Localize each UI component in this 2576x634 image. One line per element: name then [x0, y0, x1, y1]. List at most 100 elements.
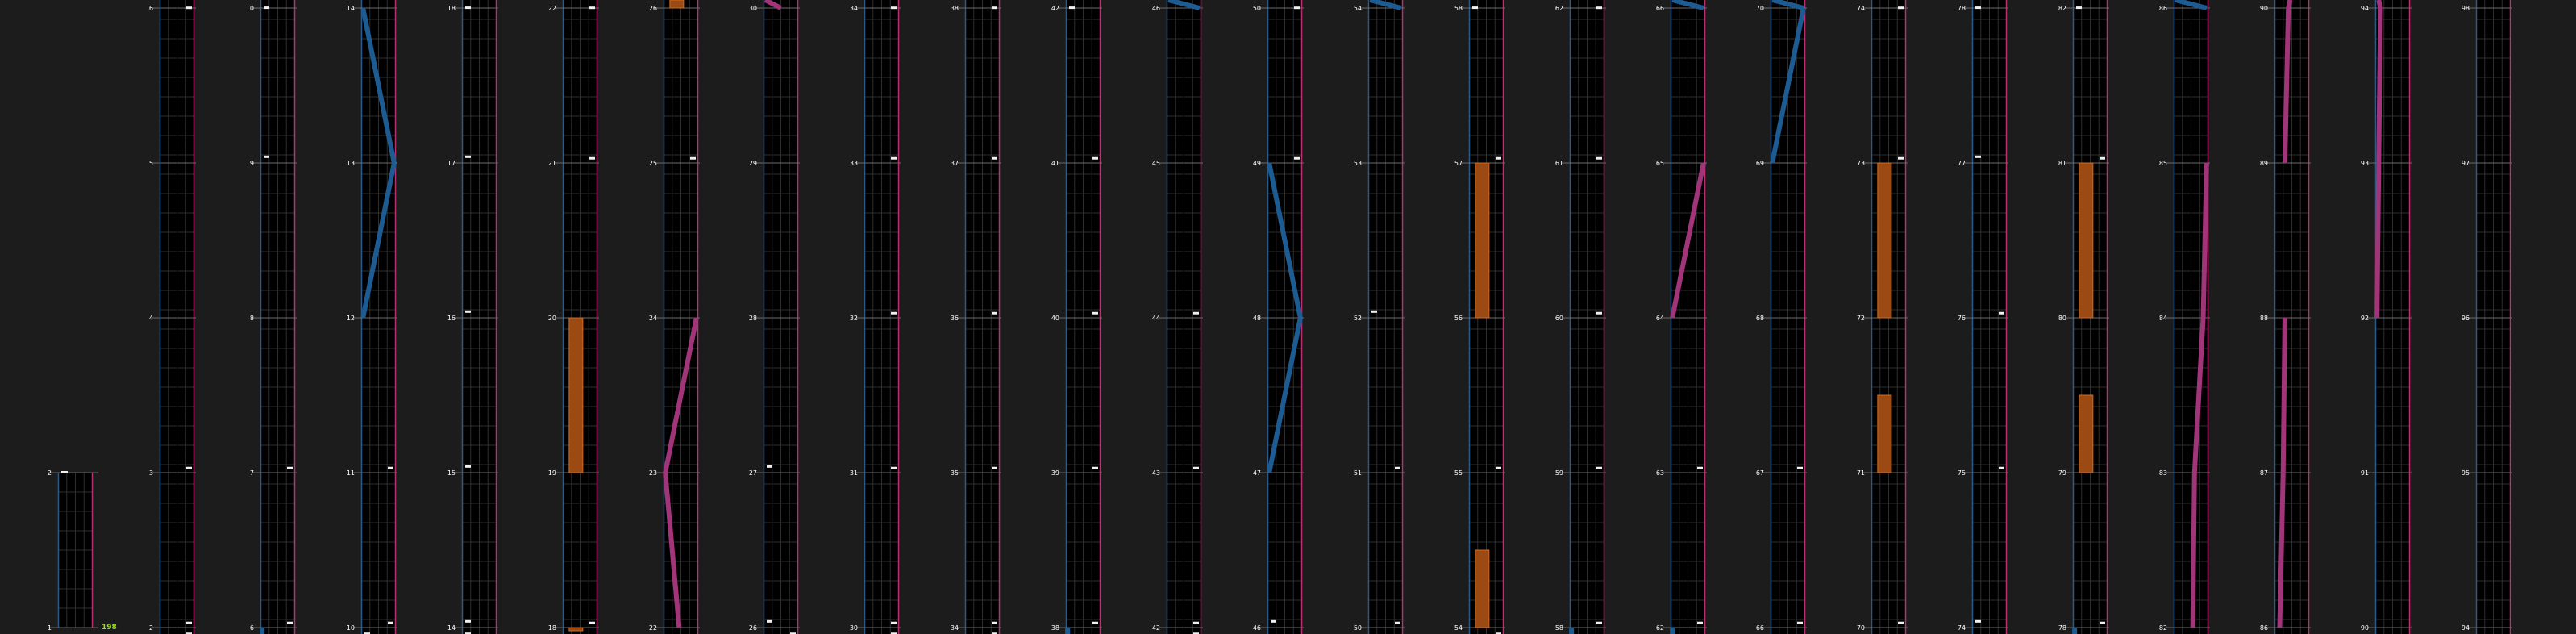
- column-1-row-label: 3: [149, 469, 153, 477]
- column-19-row-label: 76: [1958, 315, 1966, 322]
- column-2-marker: [287, 621, 293, 624]
- column-20-orange-block: [2079, 394, 2094, 473]
- column-8-marker: [891, 466, 897, 469]
- column-11-row-label: 45: [1152, 160, 1160, 167]
- column-21-row-label: 84: [2159, 315, 2167, 322]
- column-17-row-label: 70: [1756, 5, 1764, 12]
- column-1-marker: [186, 466, 192, 469]
- column-14-row-label: 57: [1454, 160, 1463, 167]
- column-5-row-label: 20: [548, 315, 556, 322]
- column-7-marker: [767, 619, 772, 623]
- column-10-marker: [1092, 621, 1098, 624]
- column-5-marker: [589, 621, 595, 624]
- column-13-row-label: 54: [1354, 5, 1362, 12]
- column-5-row-label: 21: [548, 160, 556, 167]
- column-4-row-label: 15: [447, 469, 456, 477]
- column-4-row-label: 16: [447, 315, 456, 322]
- column-8-marker: [891, 311, 897, 315]
- column-15-marker: [1596, 621, 1602, 624]
- column-15-row-label: 59: [1555, 469, 1563, 477]
- column-8-row-label: 31: [850, 469, 858, 477]
- column-22-row-label: 88: [2260, 315, 2268, 322]
- column-14-orange-block: [1475, 162, 1490, 319]
- column-11-marker: [1193, 311, 1199, 315]
- column-18-row-label: 74: [1857, 5, 1865, 12]
- column-18-marker: [1898, 6, 1904, 10]
- column-21-magenta-stroke: [2190, 472, 2197, 628]
- column-19-row-label: 78: [1958, 5, 1966, 12]
- column-21-row-label: 83: [2159, 469, 2167, 477]
- column-21-row-label: 85: [2159, 160, 2167, 167]
- column-17-row-label: 67: [1756, 469, 1764, 477]
- column-9-row-label: 34: [951, 624, 959, 632]
- column-16-row-label: 66: [1656, 5, 1664, 12]
- column-16-row-label: 62: [1656, 624, 1664, 632]
- column-8-row-label: 33: [850, 160, 858, 167]
- column-4-row-label: 14: [447, 624, 456, 632]
- column-19-row-label: 77: [1958, 160, 1966, 167]
- column-15-row-label: 61: [1555, 160, 1563, 167]
- column-12-marker: [1294, 156, 1300, 160]
- column-3-marker: [388, 466, 393, 469]
- column-9-row-label: 36: [951, 315, 959, 322]
- column-23-magenta-stroke: [2376, 0, 2383, 9]
- column-12-row-label: 48: [1253, 315, 1261, 322]
- column-12-row-label: 46: [1253, 624, 1261, 632]
- column-6-marker: [690, 156, 696, 160]
- column-16-row-label: 65: [1656, 160, 1664, 167]
- column-2-row-label: 7: [250, 469, 254, 477]
- column-3-row-label: 10: [347, 624, 355, 632]
- column-4-marker: [465, 6, 471, 10]
- column-2-row-label: 6: [250, 624, 254, 632]
- column-5-orange-block: [568, 317, 584, 473]
- column-6-row-label: 24: [649, 315, 657, 322]
- column-1-row-label: 6: [149, 5, 153, 12]
- column-11-marker: [1193, 466, 1199, 469]
- column-18-row-label: 70: [1857, 624, 1865, 632]
- column-19-marker: [1999, 466, 2004, 469]
- column-5-marker: [589, 6, 595, 10]
- column-23-magenta-stroke: [2376, 7, 2383, 164]
- column-18-orange-block: [1877, 162, 1892, 319]
- highlight-value: 198: [102, 624, 117, 632]
- column-20-row-label: 79: [2058, 469, 2066, 477]
- column-6-row-label: 22: [649, 624, 657, 632]
- column-15-row-label: 62: [1555, 5, 1563, 12]
- column-10-marker: [1092, 156, 1098, 160]
- column-23-magenta-stroke: [2374, 162, 2382, 319]
- column-23-row-label: 94: [2361, 5, 2369, 12]
- column-7-row-label: 26: [749, 624, 757, 632]
- column-18-row-label: 73: [1857, 160, 1865, 167]
- column-19-marker: [1975, 619, 1981, 623]
- column-13-marker: [1395, 466, 1400, 469]
- column-15-row-label: 58: [1555, 624, 1563, 632]
- column-24-row-label: 96: [2462, 315, 2470, 322]
- column-13-row-label: 51: [1354, 469, 1362, 477]
- column-8-marker: [891, 621, 897, 624]
- column-12-marker: [1294, 6, 1300, 10]
- column-9-marker: [992, 6, 997, 10]
- column-7-marker: [767, 465, 772, 468]
- column-24-row-label: 98: [2462, 5, 2470, 12]
- column-3-row-label: 13: [347, 160, 355, 167]
- column-9-marker: [992, 311, 997, 315]
- column-19-row-label: 75: [1958, 469, 1966, 477]
- column-19-marker: [1999, 311, 2004, 315]
- column-13-row-label: 52: [1354, 315, 1362, 322]
- column-6-row-label: 23: [649, 469, 657, 477]
- column-16-row-label: 64: [1656, 315, 1664, 322]
- column-1-row-label: 5: [149, 160, 153, 167]
- column-24-row-label: 97: [2462, 160, 2470, 167]
- column-2-marker: [264, 6, 269, 10]
- column-15-row-label: 60: [1555, 315, 1563, 322]
- column-17-row-label: 66: [1756, 624, 1764, 632]
- column-21-row-label: 82: [2159, 624, 2167, 632]
- column-20-marker: [2100, 156, 2105, 160]
- column-11-row-label: 46: [1152, 5, 1160, 12]
- column-21-row-label: 86: [2159, 5, 2167, 12]
- column-9-row-label: 37: [951, 160, 959, 167]
- column-22-row-label: 89: [2260, 160, 2268, 167]
- column-16-marker: [1697, 621, 1703, 624]
- column-8-row-label: 32: [850, 315, 858, 322]
- column-10-marker: [1092, 466, 1098, 469]
